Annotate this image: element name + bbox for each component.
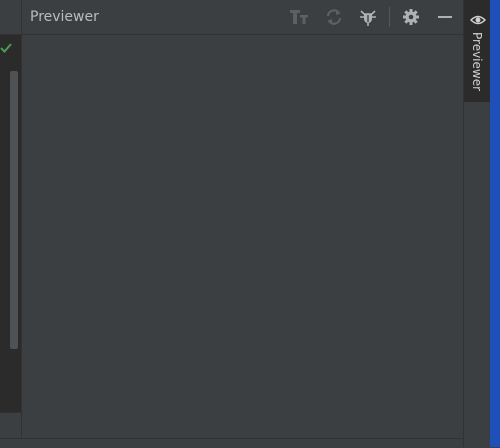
font-size-button[interactable] xyxy=(288,6,310,28)
font-size-icon xyxy=(290,10,308,24)
refresh-button[interactable] xyxy=(323,6,345,28)
refresh-icon xyxy=(326,9,342,25)
right-tool-stripe: Previewer xyxy=(463,0,491,447)
previewer-panel: Previewer xyxy=(22,0,463,438)
editor-tab-bar xyxy=(0,0,21,35)
previewer-stripe-label: Previewer xyxy=(470,32,484,92)
previewer-content-area xyxy=(22,35,463,438)
eye-icon xyxy=(470,15,486,25)
settings-button[interactable] xyxy=(400,6,422,28)
minimize-icon xyxy=(438,16,452,18)
gear-icon xyxy=(403,9,419,25)
previewer-stripe-button[interactable]: Previewer xyxy=(464,0,491,102)
debug-button[interactable] xyxy=(357,6,379,28)
toolbar-separator xyxy=(389,7,390,27)
previewer-header: Previewer xyxy=(22,0,463,35)
check-icon xyxy=(0,43,12,53)
previewer-title: Previewer xyxy=(30,9,99,25)
editor-strip xyxy=(0,0,22,439)
debug-icon xyxy=(360,10,376,26)
minimize-button[interactable] xyxy=(434,6,456,28)
window-edge xyxy=(490,0,500,447)
editor-scrollbar[interactable] xyxy=(10,71,18,349)
editor-bottom-bar xyxy=(0,412,21,439)
